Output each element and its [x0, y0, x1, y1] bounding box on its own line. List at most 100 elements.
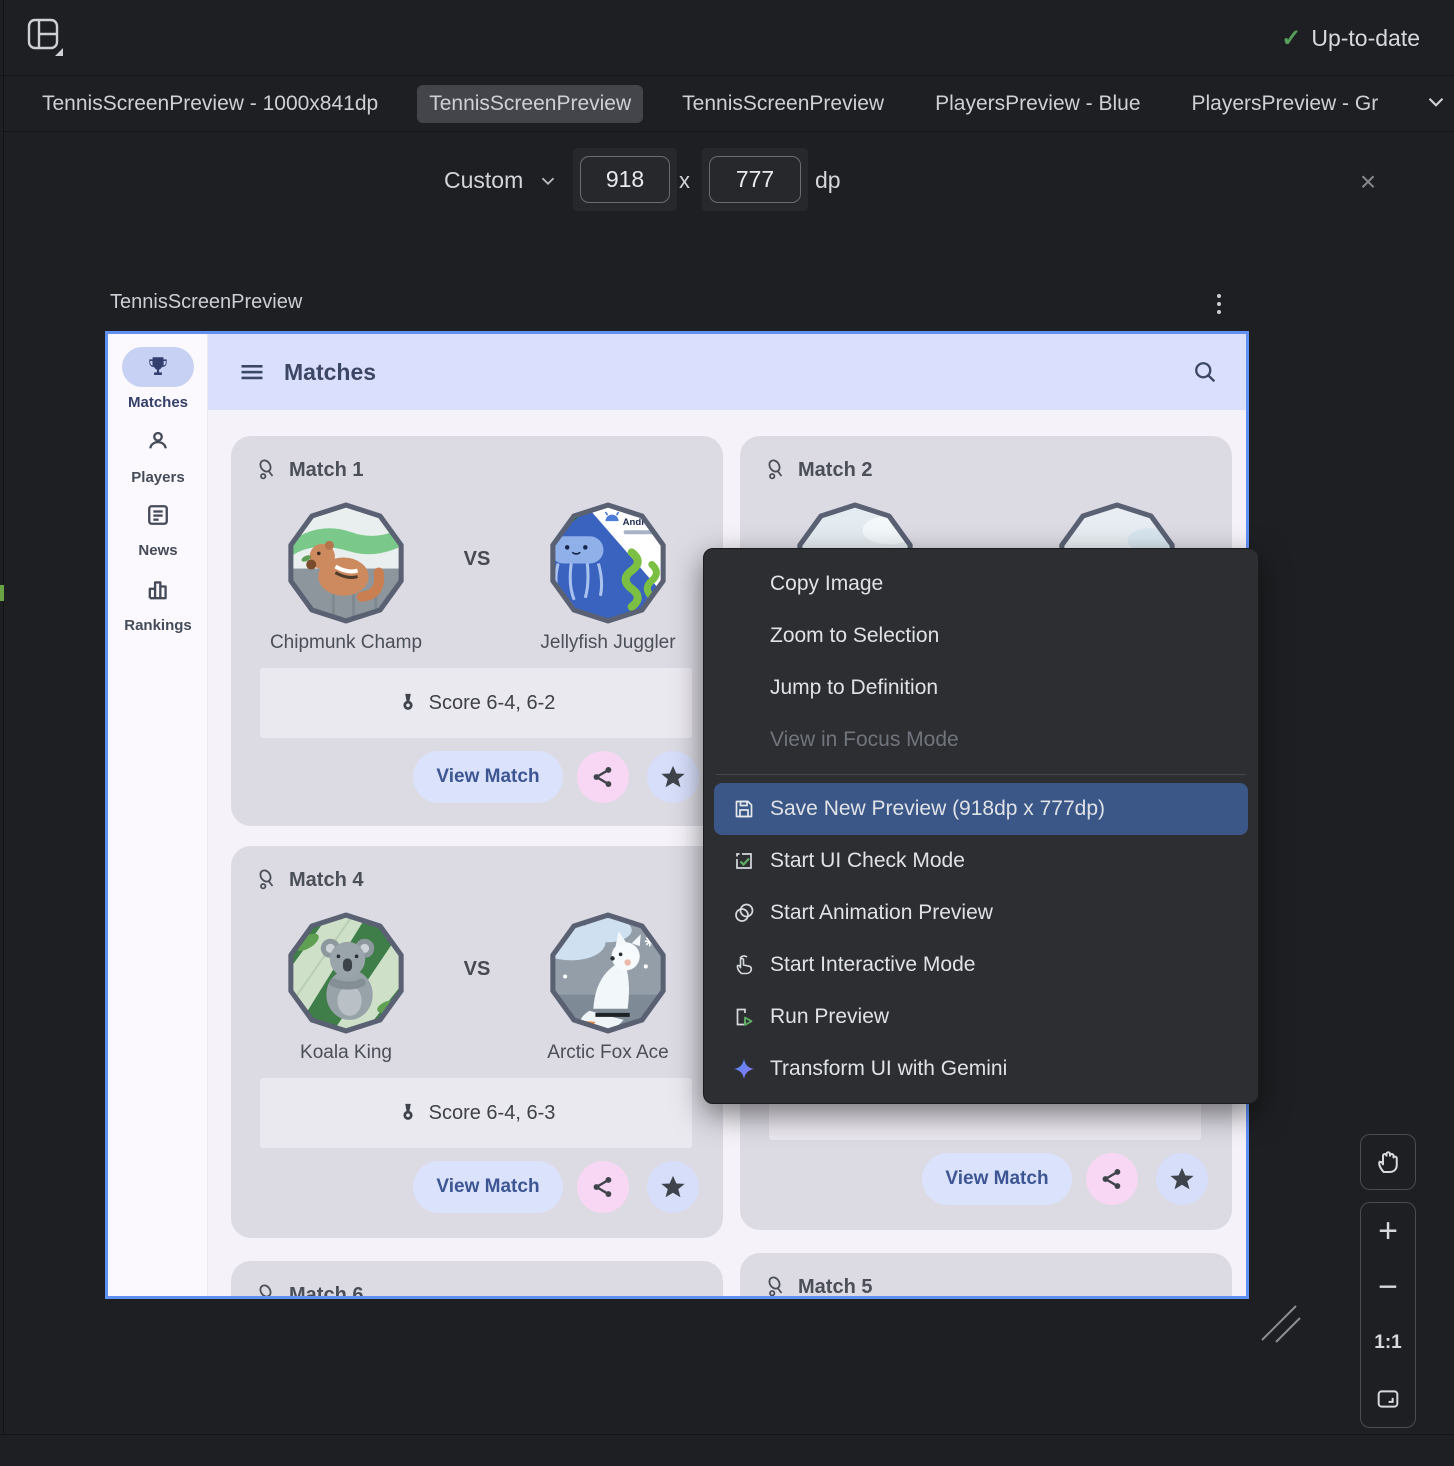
tab-tennis-2[interactable]: TennisScreenPreview: [670, 85, 896, 123]
preview-options-kebab-icon[interactable]: [1211, 290, 1227, 318]
menu-label: Run Preview: [770, 1005, 889, 1029]
match-title: Match 1: [289, 459, 363, 482]
check-icon: ✓: [1281, 24, 1301, 53]
menu-item-zoom-to-selection[interactable]: Zoom to Selection: [704, 610, 1258, 662]
share-icon: [590, 764, 616, 790]
view-match-button[interactable]: View Match: [413, 751, 563, 803]
zoom-in-button[interactable]: +: [1361, 1203, 1415, 1259]
editor-layout-icon[interactable]: [26, 16, 66, 58]
menu-label: Start Animation Preview: [770, 901, 993, 925]
match-title: Match 4: [289, 869, 363, 892]
medal-icon: [397, 692, 419, 714]
tab-tennis-1000x841[interactable]: TennisScreenPreview - 1000x841dp: [30, 85, 390, 123]
ide-toolbar: [0, 0, 1454, 76]
tennis-racket-icon: [255, 868, 279, 892]
view-match-button[interactable]: View Match: [922, 1153, 1072, 1205]
chevron-down-icon: [537, 170, 559, 192]
match-title: Match 5: [798, 1276, 872, 1299]
score-text: Score 6-4, 6-3: [429, 1102, 556, 1125]
menu-label: Start Interactive Mode: [770, 953, 975, 977]
gemini-sparkle-icon: [732, 1057, 756, 1081]
device-mode-dropdown[interactable]: Custom: [444, 167, 559, 194]
favorite-button[interactable]: [1156, 1153, 1208, 1205]
medal-icon: [397, 1102, 419, 1124]
search-icon[interactable]: [1191, 358, 1219, 386]
star-icon: [659, 763, 687, 791]
share-button[interactable]: [577, 1161, 629, 1213]
zoom-reset-button[interactable]: 1:1: [1361, 1315, 1415, 1371]
vs-label: VS: [447, 548, 507, 571]
preview-tab-bar: TennisScreenPreview - 1000x841dp TennisS…: [4, 77, 1454, 132]
device-mode-label: Custom: [444, 167, 523, 194]
match-card-6[interactable]: Match 6: [231, 1261, 723, 1299]
score-text: Score 6-4, 6-2: [429, 692, 556, 715]
dimension-separator: x: [679, 168, 690, 194]
nav-item-players[interactable]: Players: [108, 422, 208, 486]
app-title: Matches: [284, 359, 376, 386]
fit-screen-icon: [1374, 1385, 1402, 1413]
menu-item-run-preview[interactable]: Run Preview: [704, 991, 1258, 1043]
menu-item-transform-ui-with-gemini[interactable]: Transform UI with Gemini: [704, 1043, 1258, 1095]
menu-item-start-interactive-mode[interactable]: Start Interactive Mode: [704, 939, 1258, 991]
nav-label-news: News: [108, 542, 208, 559]
sync-status: ✓ Up-to-date: [1281, 24, 1420, 53]
nav-label-rankings: Rankings: [108, 617, 208, 634]
menu-item-jump-to-definition[interactable]: Jump to Definition: [704, 662, 1258, 714]
menu-hamburger-icon[interactable]: [238, 358, 266, 386]
tennis-racket-icon: [764, 1275, 788, 1299]
menu-label: Start UI Check Mode: [770, 849, 965, 873]
tab-players-gr[interactable]: PlayersPreview - Gr: [1180, 85, 1391, 123]
height-input[interactable]: 777: [709, 156, 801, 203]
width-field-panel: 918: [573, 148, 677, 211]
zoom-to-fit-button[interactable]: [1361, 1371, 1415, 1427]
match-card-1[interactable]: Match 1: [231, 436, 723, 826]
star-icon: [659, 1173, 687, 1201]
hand-icon: [1373, 1147, 1403, 1177]
app-top-bar: Matches: [208, 334, 1249, 410]
menu-item-start-ui-check-mode[interactable]: Start UI Check Mode: [704, 835, 1258, 887]
tennis-racket-icon: [255, 458, 279, 482]
favorite-button[interactable]: [647, 751, 699, 803]
tab-tennis-selected[interactable]: TennisScreenPreview: [417, 85, 643, 123]
avatar-arctic-fox-ace: [545, 910, 671, 1036]
share-button[interactable]: [1086, 1153, 1138, 1205]
resize-handle[interactable]: [1252, 1296, 1304, 1346]
height-field-panel: 777: [702, 148, 808, 211]
menu-divider: [716, 774, 1246, 775]
player2-name: Arctic Fox Ace: [493, 1042, 723, 1064]
width-input[interactable]: 918: [580, 156, 670, 203]
nav-item-rankings[interactable]: Rankings: [108, 570, 208, 634]
nav-item-news[interactable]: News: [108, 495, 208, 559]
menu-label: Transform UI with Gemini: [770, 1057, 1007, 1081]
animation-icon: [732, 901, 756, 925]
match-card-5[interactable]: Match 5: [740, 1253, 1232, 1299]
vs-label: VS: [447, 958, 507, 981]
zoom-controls: + − 1:1: [1360, 1202, 1416, 1428]
status-label: Up-to-date: [1311, 25, 1420, 52]
match-card-4[interactable]: Match 4: [231, 846, 723, 1238]
menu-item-start-animation-preview[interactable]: Start Animation Preview: [704, 887, 1258, 939]
close-resize-mode-icon[interactable]: ×: [1352, 166, 1384, 198]
nav-item-matches[interactable]: Matches: [108, 347, 208, 411]
tab-players-blue[interactable]: PlayersPreview - Blue: [923, 85, 1152, 123]
share-icon: [1099, 1166, 1125, 1192]
tennis-racket-icon: [764, 458, 788, 482]
menu-item-save-new-preview[interactable]: Save New Preview (918dp x 777dp): [714, 783, 1248, 835]
panel-divider: [3, 0, 4, 1434]
bottom-divider: [0, 1434, 1454, 1435]
save-icon: [732, 797, 756, 821]
match-title: Match 2: [798, 459, 872, 482]
menu-item-copy-image[interactable]: Copy Image: [704, 558, 1258, 610]
favorite-button[interactable]: [647, 1161, 699, 1213]
tabs-overflow-chevron-icon[interactable]: [1423, 89, 1449, 120]
pan-tool-button[interactable]: [1360, 1134, 1416, 1190]
match-title: Match 6: [289, 1284, 363, 1300]
unit-label: dp: [815, 167, 841, 194]
trophy-icon: [145, 354, 171, 380]
player1-name: Koala King: [231, 1042, 461, 1064]
news-icon: [144, 501, 172, 529]
zoom-out-button[interactable]: −: [1361, 1259, 1415, 1315]
view-match-button[interactable]: View Match: [413, 1161, 563, 1213]
gutter-change-marker: [0, 585, 4, 601]
share-button[interactable]: [577, 751, 629, 803]
